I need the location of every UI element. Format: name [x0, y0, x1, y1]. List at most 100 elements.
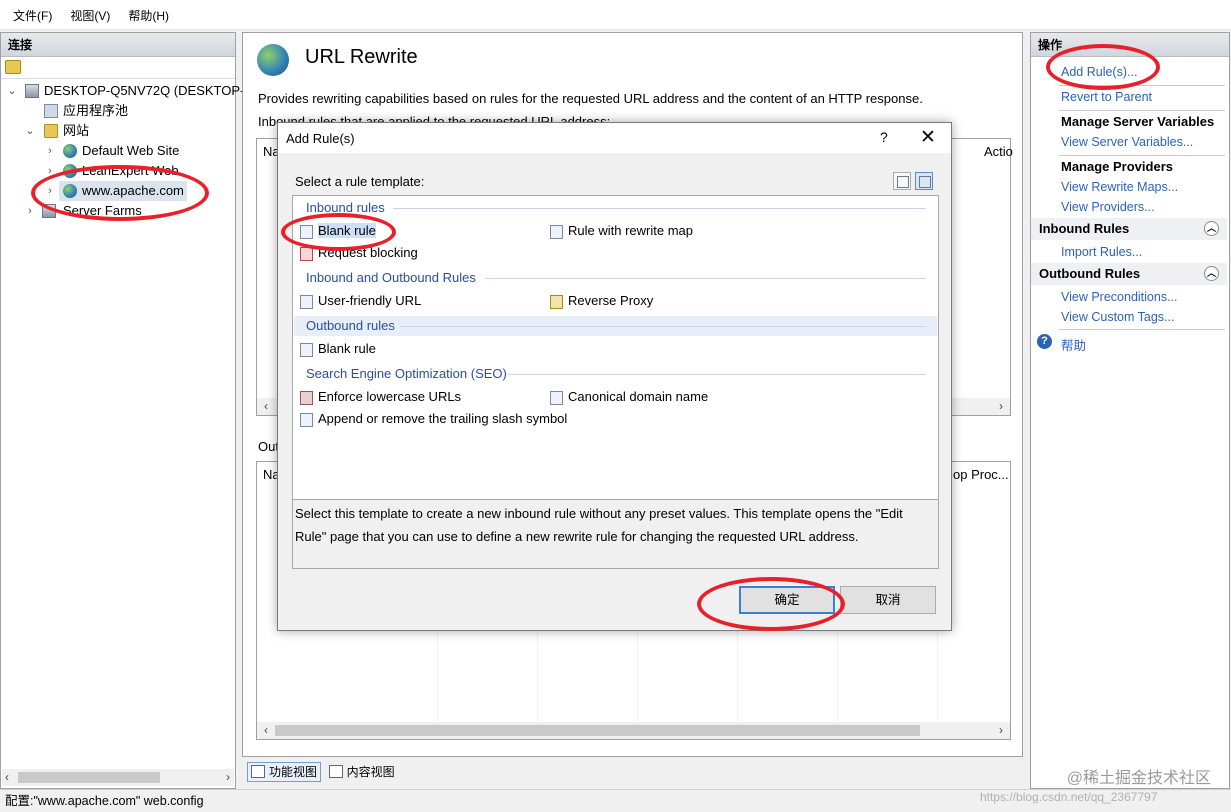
- globe-icon: [63, 184, 77, 198]
- request-blocking-icon: [300, 247, 313, 261]
- divider: [1059, 155, 1225, 156]
- connections-header: 连接: [1, 33, 235, 57]
- status-text: 配置:"www.apache.com" web.config: [5, 794, 204, 808]
- view-custom-tags-link[interactable]: View Custom Tags...: [1061, 310, 1174, 324]
- blank-rule-icon: [300, 225, 313, 239]
- features-view-icon: [251, 765, 265, 778]
- globe-icon: [63, 164, 77, 178]
- dialog-titlebar[interactable]: Add Rule(s) ? ✕: [278, 123, 951, 153]
- col-header-action[interactable]: Actio: [984, 144, 1013, 159]
- tab-features-view[interactable]: 功能视图: [247, 762, 322, 782]
- lowercase-icon: [300, 391, 313, 405]
- tree-label-default-site: Default Web Site: [82, 143, 180, 158]
- revert-to-parent-link[interactable]: Revert to Parent: [1061, 90, 1152, 104]
- watermark-url: https://blog.csdn.net/qq_2367797: [980, 790, 1158, 804]
- tree-item-apache-selected[interactable]: www.apache.com: [59, 181, 187, 201]
- help-icon[interactable]: ?: [880, 129, 888, 145]
- menu-help[interactable]: 帮助(H): [119, 0, 178, 32]
- template-reverse-proxy[interactable]: Reverse Proxy: [550, 293, 653, 309]
- group-divider: [393, 208, 926, 209]
- template-description: Select this template to create a new inb…: [292, 499, 939, 569]
- col-header-stop-processing[interactable]: op Proc...: [953, 467, 1009, 482]
- expand-icon[interactable]: ›: [45, 141, 55, 161]
- collapse-icon[interactable]: ⌄: [25, 121, 35, 141]
- template-request-blocking[interactable]: Request blocking: [300, 245, 418, 261]
- collapse-icon[interactable]: ︿: [1204, 266, 1219, 281]
- add-rules-link[interactable]: Add Rule(s)...: [1061, 65, 1137, 79]
- scroll-right-arrow[interactable]: ›: [226, 769, 230, 786]
- template-blank-outbound[interactable]: Blank rule: [300, 341, 376, 357]
- scroll-right-arrow[interactable]: ›: [994, 398, 1008, 415]
- expand-icon[interactable]: ›: [25, 201, 35, 221]
- scroll-thumb[interactable]: [275, 725, 920, 736]
- trailing-slash-icon: [300, 413, 313, 427]
- help-link[interactable]: 帮助: [1061, 335, 1086, 354]
- tab-label: 功能视图: [269, 765, 318, 779]
- help-icon[interactable]: ?: [1037, 334, 1052, 349]
- tree-label-sites: 网站: [63, 123, 90, 138]
- section-title: Inbound Rules: [1039, 221, 1130, 236]
- cancel-button[interactable]: 取消: [840, 586, 936, 614]
- expand-icon[interactable]: ›: [45, 161, 55, 181]
- template-trailing-slash[interactable]: Append or remove the trailing slash symb…: [300, 411, 568, 427]
- group-outbound: Outbound rules: [306, 318, 395, 333]
- details-view-icon[interactable]: [893, 172, 911, 190]
- ok-button[interactable]: 确定: [739, 586, 835, 614]
- view-providers-link[interactable]: View Providers...: [1061, 200, 1155, 214]
- scroll-right-arrow[interactable]: ›: [994, 722, 1008, 739]
- blank-rule-icon: [300, 343, 313, 357]
- template-label: Append or remove the trailing slash symb…: [318, 411, 568, 426]
- group-divider: [485, 278, 926, 279]
- template-label: Request blocking: [318, 245, 418, 260]
- view-server-variables-link[interactable]: View Server Variables...: [1061, 135, 1193, 149]
- scroll-left-arrow[interactable]: ‹: [259, 722, 273, 739]
- outbound-rules-section[interactable]: Outbound Rules ︿: [1031, 263, 1227, 285]
- template-user-friendly-url[interactable]: User-friendly URL: [300, 293, 421, 309]
- collapse-icon[interactable]: ⌄: [7, 81, 17, 101]
- scroll-left-arrow[interactable]: ‹: [5, 769, 9, 786]
- expand-icon[interactable]: ›: [45, 181, 55, 201]
- template-blank-inbound[interactable]: Blank rule: [300, 223, 376, 239]
- connections-hscrollbar[interactable]: ‹ ›: [2, 769, 234, 786]
- template-lowercase-urls[interactable]: Enforce lowercase URLs: [300, 389, 461, 405]
- template-rewrite-map[interactable]: Rule with rewrite map: [550, 223, 693, 239]
- view-preconditions-link[interactable]: View Preconditions...: [1061, 290, 1178, 304]
- divider: [1059, 85, 1225, 86]
- group-seo: Search Engine Optimization (SEO): [306, 366, 507, 381]
- select-template-label: Select a rule template:: [295, 174, 425, 189]
- url-rewrite-globe-icon: [257, 44, 289, 76]
- template-list[interactable]: Inbound rules Blank rule Rule with rewri…: [292, 195, 939, 500]
- divider: [1059, 329, 1225, 330]
- close-icon[interactable]: ✕: [920, 126, 936, 149]
- template-label: Blank rule: [318, 223, 376, 238]
- connections-pane: 连接 ⌄ DESKTOP-Q5NV72Q (DESKTOP-Q 应用程序池 ⌄ …: [0, 32, 254, 789]
- manage-server-variables-heading: Manage Server Variables: [1061, 114, 1215, 129]
- server-farm-icon: [42, 204, 56, 218]
- template-label: Rule with rewrite map: [568, 223, 693, 238]
- menu-file[interactable]: 文件(F): [0, 0, 61, 32]
- template-label: Blank rule: [318, 341, 376, 356]
- outbound-caption: Out: [258, 439, 279, 454]
- connect-icon[interactable]: [5, 60, 21, 74]
- menu-view[interactable]: 视图(V): [61, 0, 119, 32]
- group-divider: [401, 326, 926, 327]
- view-rewrite-maps-link[interactable]: View Rewrite Maps...: [1061, 180, 1178, 194]
- add-rules-dialog: Add Rule(s) ? ✕ Select a rule template: …: [277, 122, 952, 631]
- user-friendly-url-icon: [300, 295, 313, 309]
- tiles-view-icon[interactable]: [915, 172, 933, 190]
- tree-label-server-farms: Server Farms: [63, 203, 142, 218]
- tree-label-app-pools: 应用程序池: [63, 103, 129, 118]
- template-canonical-domain[interactable]: Canonical domain name: [550, 389, 708, 405]
- menu-bar: 文件(F) 视图(V) 帮助(H): [0, 0, 1231, 30]
- tab-content-view[interactable]: 内容视图: [325, 762, 399, 782]
- outbound-hscrollbar[interactable]: ‹ ›: [257, 722, 1010, 739]
- rewrite-map-icon: [550, 225, 563, 239]
- scroll-left-arrow[interactable]: ‹: [259, 398, 273, 415]
- manage-providers-heading: Manage Providers: [1061, 159, 1173, 174]
- collapse-icon[interactable]: ︿: [1204, 221, 1219, 236]
- import-rules-link[interactable]: Import Rules...: [1061, 245, 1142, 259]
- inbound-rules-section[interactable]: Inbound Rules ︿: [1031, 218, 1227, 240]
- scroll-thumb[interactable]: [18, 772, 160, 783]
- content-view-icon: [328, 765, 343, 778]
- folder-icon: [44, 124, 58, 138]
